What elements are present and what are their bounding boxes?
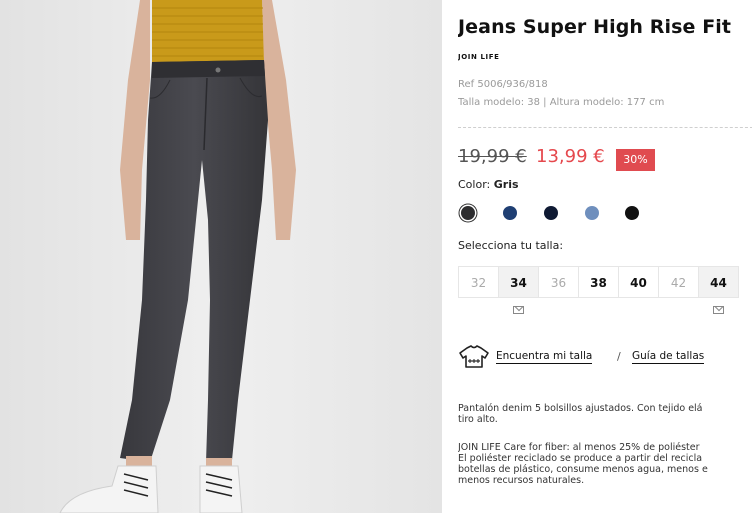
original-price: 19,99 € [458,146,527,167]
size-selector: 32 34 36 38 40 42 44 [458,266,739,298]
description-line: menos recursos naturales. [458,475,585,486]
size-option-44[interactable]: 44 [698,266,739,298]
color-swatch-negro[interactable] [625,206,639,220]
size-option-32[interactable]: 32 [458,266,499,298]
color-swatch-gris[interactable] [461,206,475,220]
discount-badge: 30% [616,149,655,171]
description-line: El poliéster reciclado se produce a part… [458,453,703,464]
color-swatch-azul-claro[interactable] [585,206,599,220]
product-photo[interactable] [0,0,442,513]
description-paragraph-1: Pantalón denim 5 bolsillos ajustados. Co… [458,403,752,425]
product-details: Jeans Super High Rise Fit JOIN LIFE Ref … [458,0,752,513]
size-option-34[interactable]: 34 [498,266,539,298]
tshirt-ruler-icon [459,345,489,368]
description-paragraph-2: JOIN LIFE Care for fiber: al menos 25% d… [458,442,752,486]
divider [458,127,752,128]
description-line: botellas de plástico, consume menos agua… [458,464,708,475]
product-title: Jeans Super High Rise Fit [458,16,732,38]
link-separator: / [617,350,621,363]
size-option-36[interactable]: 36 [538,266,579,298]
color-label-text: Color: [458,178,491,191]
find-my-size-link[interactable]: Encuentra mi talla [496,350,593,364]
size-guide-link[interactable]: Guía de tallas [632,350,705,364]
size-option-40[interactable]: 40 [618,266,659,298]
color-swatch-azul-oscuro[interactable] [503,206,517,220]
jeans-model-image [0,0,442,513]
description-line: Pantalón denim 5 bolsillos ajustados. Co… [458,403,703,414]
sale-price: 13,99 € [536,146,605,167]
mail-notify-icon[interactable] [713,306,724,314]
color-label: Color: Gris [458,178,519,191]
brand-label: JOIN LIFE [458,53,500,61]
description-line: tiro alto. [458,414,498,425]
description-line: JOIN LIFE Care for fiber: al menos 25% d… [458,442,700,453]
model-info: Talla modelo: 38 | Altura modelo: 177 cm [458,97,665,108]
color-swatch-azul-marino[interactable] [544,206,558,220]
mail-notify-icon[interactable] [513,306,524,314]
size-prompt: Selecciona tu talla: [458,239,564,252]
size-option-38[interactable]: 38 [578,266,619,298]
selected-color: Gris [493,178,519,191]
product-reference: Ref 5006/936/818 [458,79,548,90]
size-option-42[interactable]: 42 [658,266,699,298]
